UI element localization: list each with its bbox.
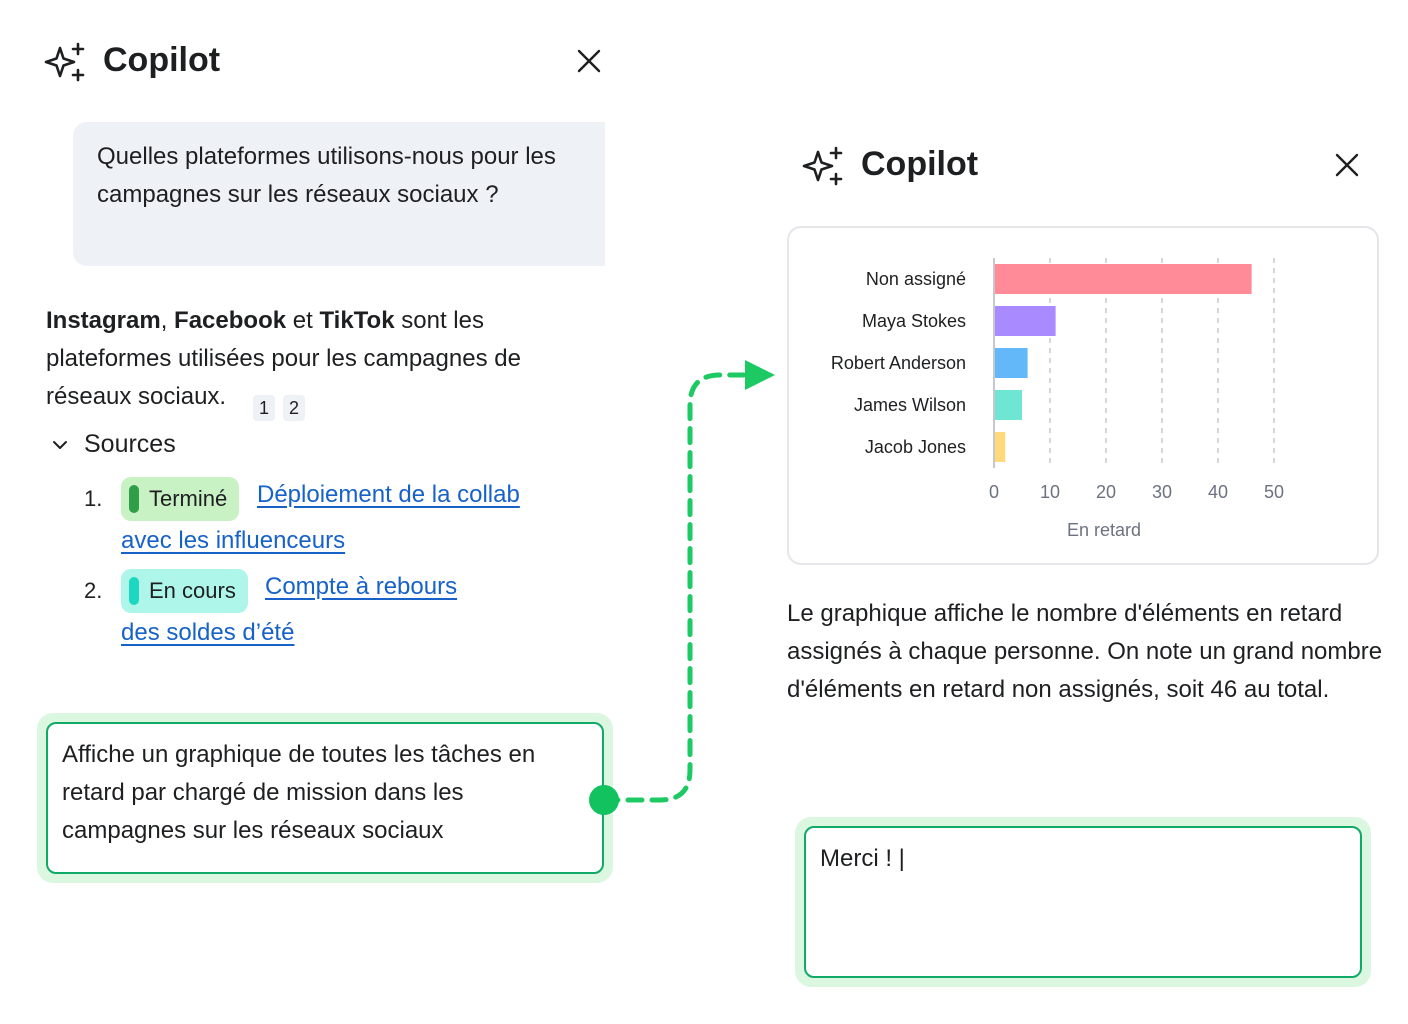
sources-toggle[interactable]: Sources — [50, 430, 176, 459]
source-link[interactable]: avec les influenceurs — [121, 527, 345, 555]
category-label: Jacob Jones — [865, 437, 966, 457]
connector-dot-icon — [589, 785, 619, 815]
reply-input[interactable]: Merci ! | — [804, 826, 1362, 978]
overdue-bar-chart: 0 10 20 30 40 50 Non assigné Maya Stokes Robert … — [831, 258, 1284, 540]
x-tick-label: 50 — [1264, 482, 1284, 502]
status-label: Terminé — [149, 486, 228, 511]
assistant-answer: Instagram, Facebook et TikTok sont les p… — [46, 302, 586, 416]
source-number: 1. — [84, 486, 103, 511]
source-link[interactable]: Déploiement de la collab — [257, 481, 520, 509]
category-label: James Wilson — [854, 395, 966, 415]
panel-title: Copilot — [861, 145, 979, 183]
status-badge: En cours — [121, 569, 248, 613]
x-tick-label: 30 — [1152, 482, 1172, 502]
bar — [995, 432, 1006, 462]
answer-separator: et — [286, 307, 320, 334]
x-tick-label: 20 — [1096, 482, 1116, 502]
x-axis-label: En retard — [1067, 520, 1141, 540]
answer-platform-1: Instagram — [46, 307, 161, 334]
arrow-head-icon — [745, 360, 775, 390]
status-indicator — [129, 485, 139, 513]
bar — [995, 264, 1252, 294]
citation-1[interactable]: 1 — [253, 395, 275, 421]
sources-label: Sources — [84, 430, 176, 458]
user-message: Quelles plateformes utilisons-nous pour … — [73, 122, 605, 266]
sparkle-icon — [44, 42, 88, 82]
reply-box-highlight: Merci ! | — [795, 817, 1371, 987]
chevron-down-icon — [50, 435, 70, 455]
category-label: Non assigné — [866, 269, 966, 289]
status-label: En cours — [149, 578, 236, 603]
category-label: Robert Anderson — [831, 353, 966, 373]
citation-2[interactable]: 2 — [283, 395, 305, 421]
x-tick-label: 0 — [989, 482, 999, 502]
prompt-box-highlight: Affiche un graphique de toutes les tâche… — [37, 713, 613, 883]
source-link[interactable]: des soldes d’été — [121, 619, 294, 647]
status-badge: Terminé — [121, 477, 240, 521]
panel-title: Copilot — [103, 41, 221, 79]
bar — [995, 390, 1022, 420]
x-tick-label: 10 — [1040, 482, 1060, 502]
bar — [995, 348, 1028, 378]
prompt-input[interactable]: Affiche un graphique de toutes les tâche… — [46, 722, 604, 874]
x-tick-label: 40 — [1208, 482, 1228, 502]
chart-description: Le graphique affiche le nombre d'élément… — [787, 600, 1383, 703]
source-number: 2. — [84, 578, 103, 603]
source-link[interactable]: Compte à rebours — [265, 573, 457, 601]
close-icon[interactable] — [576, 48, 602, 74]
flow-connector — [589, 360, 775, 815]
chart-card: 0 10 20 30 40 50 Non assigné Maya Stokes Robert … — [787, 226, 1379, 565]
bar — [995, 306, 1056, 336]
answer-separator: , — [160, 307, 175, 334]
status-indicator — [129, 577, 139, 605]
close-icon[interactable] — [1334, 152, 1360, 178]
sparkle-icon — [802, 146, 846, 186]
category-label: Maya Stokes — [862, 311, 966, 331]
answer-platform-2: Facebook — [174, 307, 287, 334]
answer-platform-3: TikTok — [319, 307, 395, 334]
